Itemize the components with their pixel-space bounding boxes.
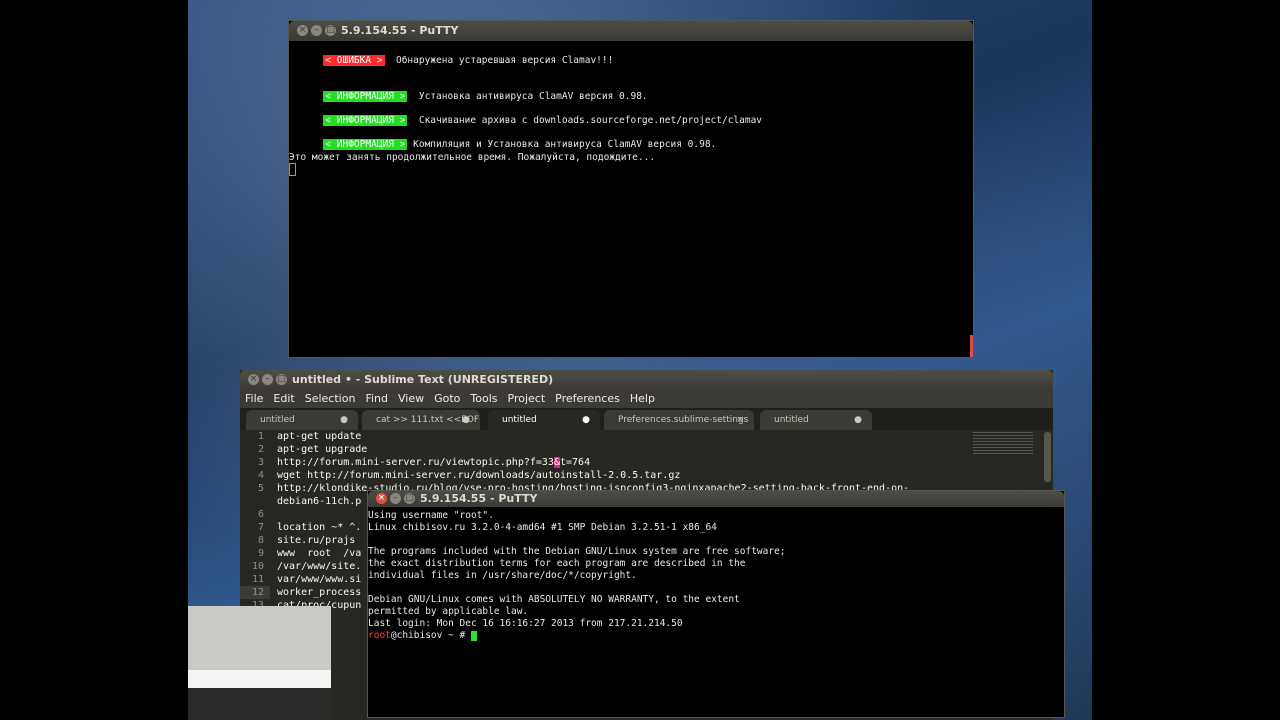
- unsaved-dot-icon[interactable]: ●: [462, 410, 470, 430]
- unsaved-dot-icon[interactable]: ●: [582, 410, 590, 430]
- window-title: 5.9.154.55 - PuTTY: [341, 24, 459, 37]
- line-number: 6: [257, 509, 264, 520]
- line-number: 10: [251, 561, 264, 572]
- maximize-icon[interactable]: □: [276, 374, 287, 385]
- line-number: 8: [257, 535, 264, 546]
- sublime-titlebar[interactable]: × – □ untitled • - Sublime Text (UNREGIS…: [240, 370, 1053, 390]
- line-number: 9: [257, 548, 264, 559]
- terminal-line: < ОШИБКА > Обнаружена устаревшая версия …: [289, 41, 613, 66]
- window-title: untitled • - Sublime Text (UNREGISTERED): [292, 373, 554, 386]
- code-line: debian6-11ch.p: [277, 496, 362, 507]
- menu-project[interactable]: Project: [503, 390, 551, 408]
- code-line: apt-get upgrade: [277, 444, 368, 455]
- unsaved-dot-icon[interactable]: ●: [854, 410, 862, 430]
- line-number: 7: [257, 522, 264, 533]
- code-line: worker_process: [277, 587, 362, 598]
- shell-prompt[interactable]: root@chibisov ~ #: [368, 629, 477, 642]
- terminal-line: individual files in /usr/share/doc/*/cop…: [368, 570, 637, 581]
- close-icon[interactable]: ×: [297, 25, 308, 36]
- maximize-icon[interactable]: □: [325, 25, 336, 36]
- code-line: location ~* ^.: [277, 522, 362, 533]
- minimap[interactable]: [973, 432, 1033, 456]
- code-line: site.ru/prajs: [277, 535, 356, 546]
- terminal-text: Обнаружена устаревшая версия Clamav!!!: [395, 55, 614, 66]
- terminal-cursor: [470, 630, 477, 641]
- code-text: t=764: [559, 457, 591, 468]
- putty-bottom-titlebar[interactable]: × – □ 5.9.154.55 - PuTTY: [368, 491, 1064, 507]
- prompt-host: @chibisov: [390, 630, 443, 641]
- terminal-line: Linux chibisov.ru 3.2.0-4-amd64 #1 SMP D…: [368, 522, 717, 533]
- error-tag: < ОШИБКА >: [323, 55, 385, 66]
- code-line: wget http://forum.mini-server.ru/downloa…: [277, 470, 681, 481]
- tab-untitled-1[interactable]: untitled ●: [246, 410, 358, 430]
- letterbox-left: [0, 0, 188, 720]
- line-number: 5: [257, 483, 264, 494]
- code-line: /var/www/site.: [277, 561, 362, 572]
- prompt-rest: ~ #: [442, 630, 471, 641]
- minimize-icon[interactable]: –: [390, 493, 401, 504]
- tab-untitled-active[interactable]: untitled ●: [488, 410, 600, 430]
- line-number: 2: [257, 444, 264, 455]
- minimize-icon[interactable]: –: [311, 25, 322, 36]
- line-number: 3: [257, 457, 264, 468]
- close-icon[interactable]: ×: [248, 374, 259, 385]
- tab-untitled-5[interactable]: untitled ●: [760, 410, 872, 430]
- line-number: 1: [257, 431, 264, 442]
- terminal-line: Это может занять продолжительное время. …: [289, 152, 656, 163]
- scrollbar-accent: [970, 335, 973, 357]
- window-title: 5.9.154.55 - PuTTY: [420, 492, 538, 505]
- menu-selection[interactable]: Selection: [300, 390, 361, 408]
- menu-help[interactable]: Help: [625, 390, 660, 408]
- tab-label: untitled: [502, 415, 537, 425]
- background-window-footer: [188, 688, 331, 720]
- close-tab-icon[interactable]: ×: [736, 410, 744, 430]
- putty-window-bottom[interactable]: × – □ 5.9.154.55 - PuTTY Using username …: [367, 490, 1065, 718]
- menu-goto[interactable]: Goto: [429, 390, 465, 408]
- terminal-line: < ИНФОРМАЦИЯ > Установка антивируса Clam…: [289, 77, 648, 102]
- background-window-strip: [188, 670, 331, 688]
- minimize-icon[interactable]: –: [262, 374, 273, 385]
- unsaved-dot-icon[interactable]: ●: [340, 410, 348, 430]
- code-line: www root /va: [277, 548, 362, 559]
- line-number: 12: [251, 587, 264, 598]
- terminal-line: < ИНФОРМАЦИЯ > Компиляция и Установка ан…: [289, 125, 716, 150]
- maximize-icon[interactable]: □: [404, 493, 415, 504]
- menu-bar: File Edit Selection Find View Goto Tools…: [240, 390, 1053, 408]
- prompt-user: root: [368, 630, 391, 641]
- putty-top-titlebar[interactable]: × – □ 5.9.154.55 - PuTTY: [289, 21, 973, 41]
- putty-window-top[interactable]: × – □ 5.9.154.55 - PuTTY < ОШИБКА > Обна…: [288, 20, 974, 358]
- tab-preferences[interactable]: Preferences.sublime-settings ×: [604, 410, 754, 430]
- tab-label: Preferences.sublime-settings: [618, 415, 749, 425]
- menu-edit[interactable]: Edit: [268, 390, 299, 408]
- code-line: apt-get update: [277, 431, 362, 442]
- menu-find[interactable]: Find: [360, 390, 393, 408]
- info-tag: < ИНФОРМАЦИЯ >: [323, 139, 408, 150]
- code-line: http://forum.mini-server.ru/viewtopic.ph…: [277, 456, 590, 469]
- tab-label: untitled: [774, 415, 809, 425]
- terminal-cursor: [289, 163, 296, 176]
- background-window-panel: [188, 606, 331, 670]
- menu-preferences[interactable]: Preferences: [550, 390, 625, 408]
- tab-bar: untitled ● cat >> 111.txt <<EOF ● untitl…: [240, 408, 1053, 430]
- menu-view[interactable]: View: [393, 390, 429, 408]
- letterbox-right: [1092, 0, 1280, 720]
- terminal-text: Компиляция и Установка антивируса ClamAV…: [413, 139, 717, 150]
- line-number: 4: [257, 470, 264, 481]
- close-icon[interactable]: ×: [376, 493, 387, 504]
- terminal-output[interactable]: Using username "root". Linux chibisov.ru…: [368, 507, 1064, 717]
- vertical-scrollbar[interactable]: [1044, 432, 1051, 482]
- tab-label: untitled: [260, 415, 295, 425]
- menu-tools[interactable]: Tools: [465, 390, 502, 408]
- code-line: var/www/www.si: [277, 574, 362, 585]
- terminal-line: < ИНФОРМАЦИЯ > Скачивание архива с downl…: [289, 101, 762, 126]
- menu-file[interactable]: File: [240, 390, 268, 408]
- line-number: 11: [251, 574, 264, 585]
- terminal-output[interactable]: < ОШИБКА > Обнаружена устаревшая версия …: [289, 41, 973, 357]
- code-text: http://forum.mini-server.ru/viewtopic.ph…: [277, 457, 554, 468]
- tab-cat-eof[interactable]: cat >> 111.txt <<EOF ●: [362, 410, 480, 430]
